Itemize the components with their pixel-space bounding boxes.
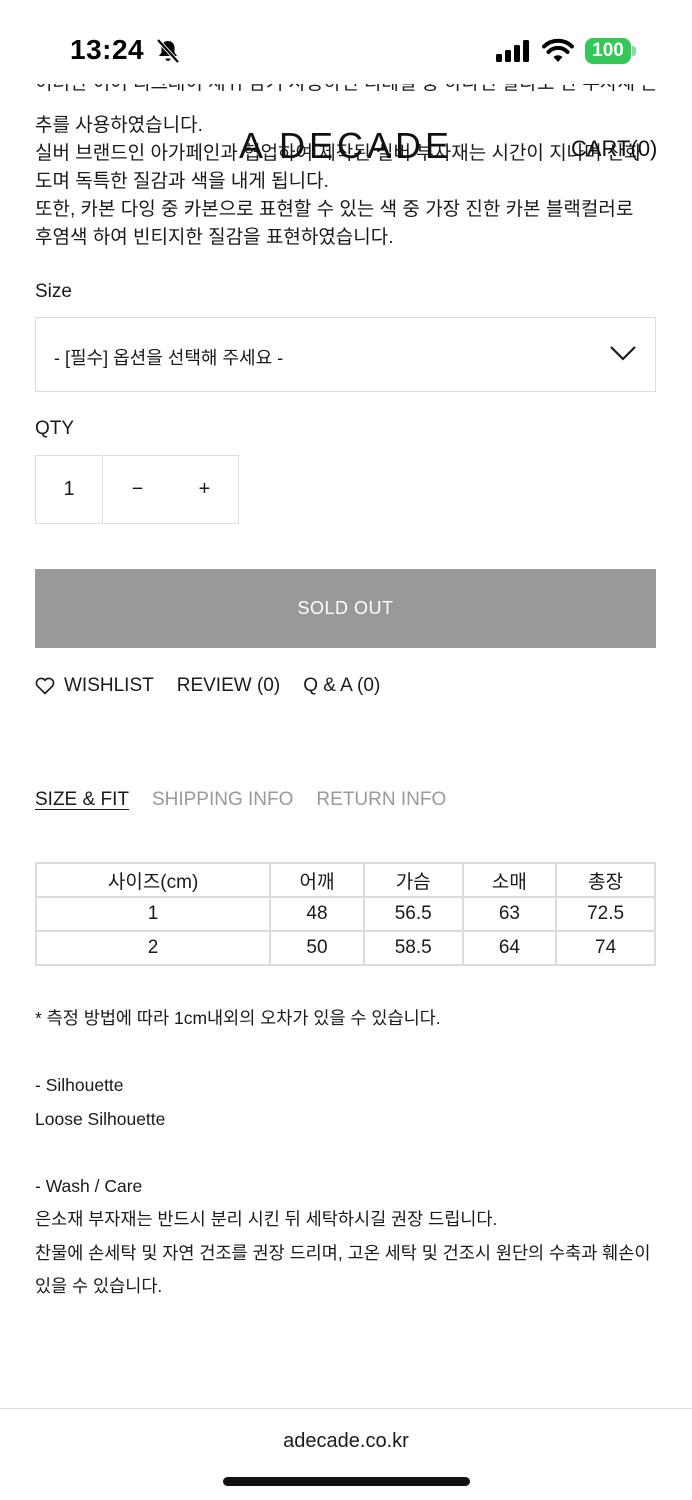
battery-icon: 100 xyxy=(585,38,631,64)
table-cell: 74 xyxy=(555,930,656,966)
battery-nub xyxy=(632,46,636,56)
size-select[interactable]: - [필수] 옵션을 선택해 주세요 - xyxy=(35,317,656,392)
table-cell: 58.5 xyxy=(362,930,464,966)
size-label: Size xyxy=(35,281,72,302)
description-line: 또한, 카본 다잉 중 카본으로 표현할 수 있는 색 중 가장 진한 카본 블… xyxy=(35,199,634,220)
table-cell: 72.5 xyxy=(555,896,656,932)
sold-out-button[interactable]: SOLD OUT xyxy=(35,569,656,648)
tab-return-info[interactable]: RETURN INFO xyxy=(316,789,446,811)
table-cell: 56.5 xyxy=(362,896,464,932)
heart-icon xyxy=(35,677,55,695)
info-tabs: SIZE & FIT SHIPPING INFO RETURN INFO xyxy=(35,789,469,811)
table-header-cell: 어깨 xyxy=(269,862,365,898)
care-title: - Wash / Care xyxy=(35,1175,143,1196)
footer-divider xyxy=(0,1408,692,1409)
table-row: 2 50 58.5 64 74 xyxy=(34,930,656,966)
signal-icon xyxy=(496,40,529,62)
qty-label: QTY xyxy=(35,418,75,439)
wifi-icon xyxy=(542,38,574,62)
status-time: 13:24 xyxy=(70,34,145,65)
tab-size-fit[interactable]: SIZE & FIT xyxy=(35,789,129,811)
table-row: 1 48 56.5 63 72.5 xyxy=(34,896,656,932)
care-line: 찬물에 손세탁 및 자연 건조를 권장 드리며, 고온 세탁 및 건조시 원단의… xyxy=(35,1242,651,1263)
tab-shipping-info[interactable]: SHIPPING INFO xyxy=(152,789,293,811)
table-cell: 50 xyxy=(269,930,365,966)
description-line: 도며 독특한 질감과 색을 내게 됩니다. xyxy=(35,171,329,192)
silhouette-title: - Silhouette xyxy=(35,1075,124,1095)
description-line: 이러한 이어 리그래이 새쉬 남기 사용하던 디테일 중 하나인 칼라로 만 부… xyxy=(35,84,660,98)
bell-slash-icon xyxy=(156,38,180,64)
care-line: 있을 수 있습니다. xyxy=(35,1276,163,1296)
table-header-cell: 소매 xyxy=(461,862,558,898)
wishlist-button[interactable]: WISHLIST xyxy=(35,675,154,697)
chevron-down-icon xyxy=(610,346,636,361)
table-header-cell: 총장 xyxy=(555,862,656,898)
table-cell: 2 xyxy=(34,930,272,966)
description-line: 후염색 하여 빈티지한 질감을 표현하였습니다. xyxy=(35,227,394,248)
size-table: 사이즈(cm) 어깨 가슴 소매 총장 1 48 56.5 63 72.5 2 … xyxy=(34,862,656,966)
table-cell: 1 xyxy=(34,896,272,932)
table-cell: 64 xyxy=(461,930,558,966)
quantity-increase-button[interactable]: + xyxy=(171,455,239,524)
table-header-cell: 가슴 xyxy=(362,862,464,898)
table-header-cell: 사이즈(cm) xyxy=(34,862,272,898)
table-header-row: 사이즈(cm) 어깨 가슴 소매 총장 xyxy=(34,862,656,898)
size-select-value: - [필수] 옵션을 선택해 주세요 - xyxy=(54,348,284,368)
footer-url[interactable]: adecade.co.kr xyxy=(0,1430,692,1453)
care-line: 은소재 부자재는 반드시 분리 시킨 뒤 세탁하시길 권장 드립니다. xyxy=(35,1209,498,1229)
size-fit-notes: * 측정 방법에 따라 1cm내외의 오차가 있을 수 있습니다. - Silh… xyxy=(35,1002,665,1304)
quantity-decrease-button[interactable]: − xyxy=(104,455,172,524)
cart-link[interactable]: CART(0) xyxy=(571,136,657,162)
measure-note: * 측정 방법에 따라 1cm내외의 오차가 있을 수 있습니다. xyxy=(35,1008,441,1028)
table-cell: 48 xyxy=(269,896,365,932)
silhouette-value: Loose Silhouette xyxy=(35,1108,166,1129)
home-indicator[interactable] xyxy=(223,1477,470,1486)
review-link[interactable]: REVIEW (0) xyxy=(177,675,280,697)
table-cell: 63 xyxy=(461,896,558,932)
description-clipped-line: 이러한 이어 리그래이 새쉬 남기 사용하던 디테일 중 하나인 칼라로 만 부… xyxy=(35,84,660,112)
product-description: 이러한 이어 리그래이 새쉬 남기 사용하던 디테일 중 하나인 칼라로 만 부… xyxy=(35,84,660,252)
wishlist-label: WISHLIST xyxy=(64,675,154,696)
quantity-input[interactable]: 1 xyxy=(35,455,103,524)
qna-link[interactable]: Q & A (0) xyxy=(303,675,380,697)
product-actions: WISHLIST REVIEW (0) Q & A (0) xyxy=(35,673,403,699)
